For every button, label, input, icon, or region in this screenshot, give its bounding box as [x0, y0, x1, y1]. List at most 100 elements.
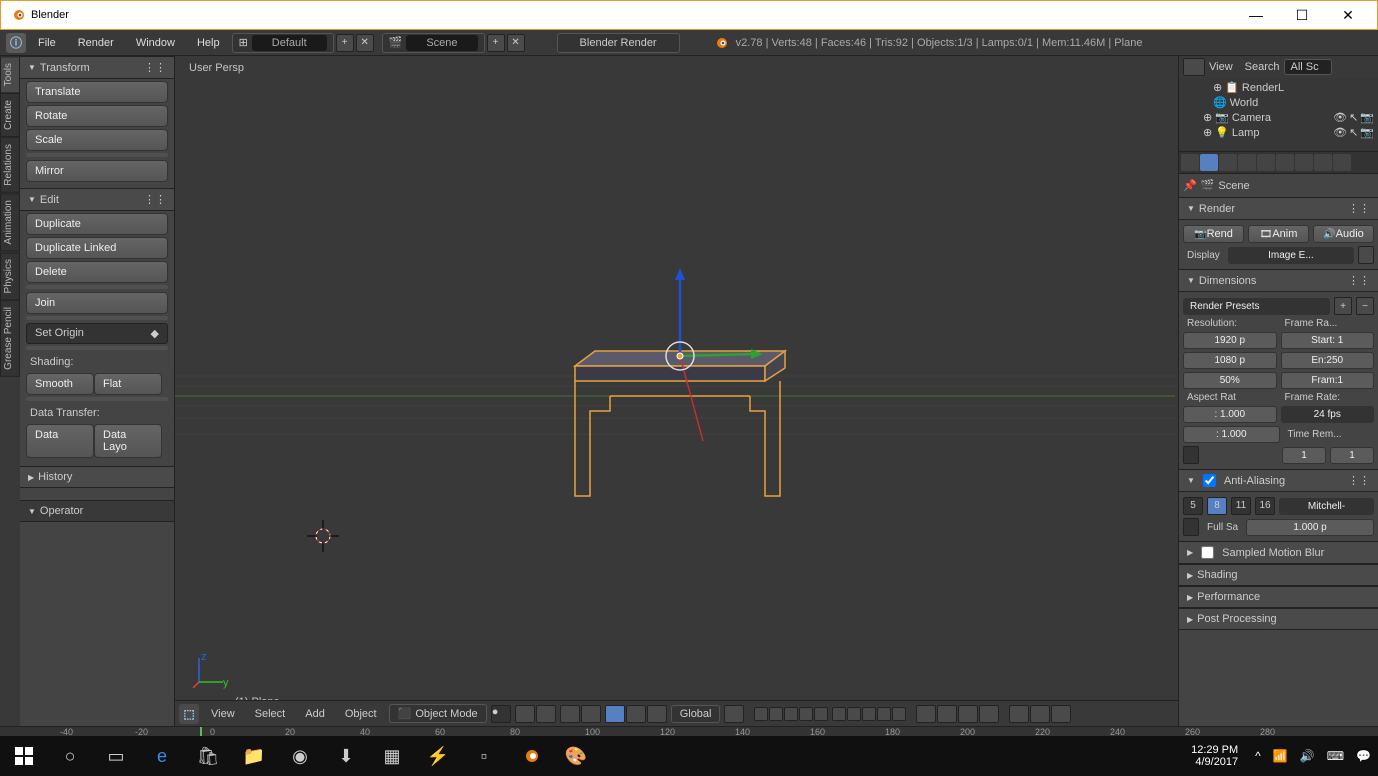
idm-icon[interactable]: ⬇ [326, 740, 366, 772]
rotate-button[interactable]: Rotate [26, 105, 168, 127]
aspect-x[interactable]: : 1.000 [1183, 406, 1277, 423]
notifications-icon[interactable]: 💬 [1353, 749, 1374, 763]
frame-end[interactable]: En:250 [1281, 352, 1375, 369]
border-checkbox[interactable] [1183, 446, 1199, 464]
render-section-header[interactable]: Render⋮⋮ [1179, 197, 1378, 220]
vp-menu-view[interactable]: View [203, 706, 243, 722]
frame-step[interactable]: Fram:1 [1281, 372, 1375, 389]
layout-add-button[interactable]: + [336, 34, 354, 52]
performance-header[interactable]: Performance [1179, 586, 1378, 608]
app-icon-1[interactable]: ▦ [372, 740, 412, 772]
layout-selector[interactable]: ⊞ Default [232, 33, 334, 53]
app-icon-3[interactable]: ▫ [464, 740, 504, 772]
chrome-icon[interactable]: ◉ [280, 740, 320, 772]
shading-header[interactable]: Shading [1179, 564, 1378, 586]
join-button[interactable]: Join [26, 292, 168, 314]
layer-8[interactable] [862, 707, 876, 721]
tab-create[interactable]: Create [0, 93, 20, 137]
flat-button[interactable]: Flat [94, 373, 162, 395]
layer-7[interactable] [847, 707, 861, 721]
layer-5[interactable] [814, 707, 828, 721]
prop-tab-layers[interactable] [1219, 154, 1237, 171]
prop-tab-object[interactable] [1276, 154, 1294, 171]
manipulator-scale[interactable] [647, 705, 667, 723]
layer-toggle-2[interactable] [581, 705, 601, 723]
delete-button[interactable]: Delete [26, 261, 168, 283]
task-view-button[interactable]: ▭ [96, 740, 136, 772]
pin-icon[interactable]: 📌 [1183, 179, 1197, 192]
cursor-icon[interactable]: ↖ [1349, 111, 1358, 124]
vp-menu-add[interactable]: Add [297, 706, 333, 722]
transform-panel-header[interactable]: Transform⋮⋮ [20, 56, 174, 79]
motion-blur-header[interactable]: Sampled Motion Blur [1179, 541, 1378, 564]
aspect-y[interactable]: : 1.000 [1183, 426, 1280, 443]
render-icon-2[interactable] [937, 705, 957, 723]
cortana-button[interactable]: ○ [50, 740, 90, 772]
transform-gizmo[interactable] [655, 266, 775, 446]
prop-tab-data[interactable] [1333, 154, 1351, 171]
menu-file[interactable]: File [28, 34, 66, 52]
scene-add-button[interactable]: + [487, 34, 505, 52]
snap-button[interactable] [724, 705, 744, 723]
info-editor-icon[interactable]: ⓘ [6, 33, 26, 53]
tab-tools[interactable]: Tools [0, 56, 20, 93]
aa-size[interactable]: 1.000 p [1246, 519, 1374, 536]
layer-3[interactable] [784, 707, 798, 721]
remap-new[interactable]: 1 [1330, 447, 1374, 464]
gpencil-icon-3[interactable] [1051, 705, 1071, 723]
tray-chevron[interactable]: ^ [1252, 749, 1264, 763]
audio-button[interactable]: 🔊Audio [1313, 225, 1374, 243]
layer-2[interactable] [769, 707, 783, 721]
resolution-percent[interactable]: 50% [1183, 372, 1277, 389]
mode-dropdown[interactable]: ⬛ Object Mode [389, 704, 487, 723]
set-origin-dropdown[interactable]: Set Origin◆ [26, 323, 168, 344]
manipulator-rotate[interactable] [626, 705, 646, 723]
edge-icon[interactable]: e [142, 740, 182, 772]
pivot-button[interactable] [515, 705, 535, 723]
gpencil-icon-2[interactable] [1030, 705, 1050, 723]
prop-tab-world[interactable] [1257, 154, 1275, 171]
close-button[interactable]: ✕ [1335, 5, 1361, 25]
menu-render[interactable]: Render [68, 34, 124, 52]
duplicate-button[interactable]: Duplicate [26, 213, 168, 235]
minimize-button[interactable]: — [1243, 5, 1269, 25]
aa-5[interactable]: 5 [1183, 497, 1203, 515]
render-icon-4[interactable] [979, 705, 999, 723]
wifi-icon[interactable]: 📶 [1270, 749, 1291, 763]
tab-relations[interactable]: Relations [0, 137, 20, 193]
tab-animation[interactable]: Animation [0, 193, 20, 251]
3d-viewport[interactable]: User Persp [175, 56, 1178, 726]
render-icon-1[interactable] [916, 705, 936, 723]
mirror-button[interactable]: Mirror [26, 160, 168, 182]
layer-1[interactable] [754, 707, 768, 721]
render-icon-3[interactable] [958, 705, 978, 723]
animation-button[interactable]: 🎞Anim [1248, 225, 1309, 243]
maximize-button[interactable]: ☐ [1289, 5, 1315, 25]
start-button[interactable] [4, 740, 44, 772]
translate-button[interactable]: Translate [26, 81, 168, 103]
tab-grease-pencil[interactable]: Grease Pencil [0, 300, 20, 377]
explorer-icon[interactable]: 📁 [234, 740, 274, 772]
prop-tab-render[interactable] [1200, 154, 1218, 171]
remap-old[interactable]: 1 [1282, 447, 1326, 464]
manipulator-translate[interactable] [605, 705, 625, 723]
aa-16[interactable]: 16 [1255, 497, 1275, 515]
data-layout-button[interactable]: Data Layo [94, 424, 162, 458]
eye-icon[interactable]: 👁 [1333, 126, 1347, 139]
app-icon-2[interactable]: ⚡ [418, 740, 458, 772]
prop-tab-editor[interactable] [1181, 154, 1199, 171]
pivot-individual-button[interactable] [536, 705, 556, 723]
render-engine-dropdown[interactable]: Blender Render [557, 33, 680, 53]
outliner-item-camera[interactable]: ⊕📷Camera 👁↖📷 [1179, 110, 1378, 125]
blender-taskbar-icon[interactable] [510, 740, 550, 772]
resolution-x[interactable]: 1920 p [1183, 332, 1277, 349]
paint-icon[interactable]: 🎨 [556, 740, 596, 772]
store-icon[interactable]: 🛍 [188, 740, 228, 772]
3dview-editor-icon[interactable]: ⬚ [179, 704, 199, 724]
history-panel-header[interactable]: History [20, 466, 174, 488]
outliner-item-world[interactable]: 🌐World [1179, 95, 1378, 110]
aa-11[interactable]: 11 [1231, 497, 1251, 515]
prop-tab-scene[interactable] [1238, 154, 1256, 171]
outliner-view[interactable]: View [1209, 61, 1233, 73]
layer-4[interactable] [799, 707, 813, 721]
